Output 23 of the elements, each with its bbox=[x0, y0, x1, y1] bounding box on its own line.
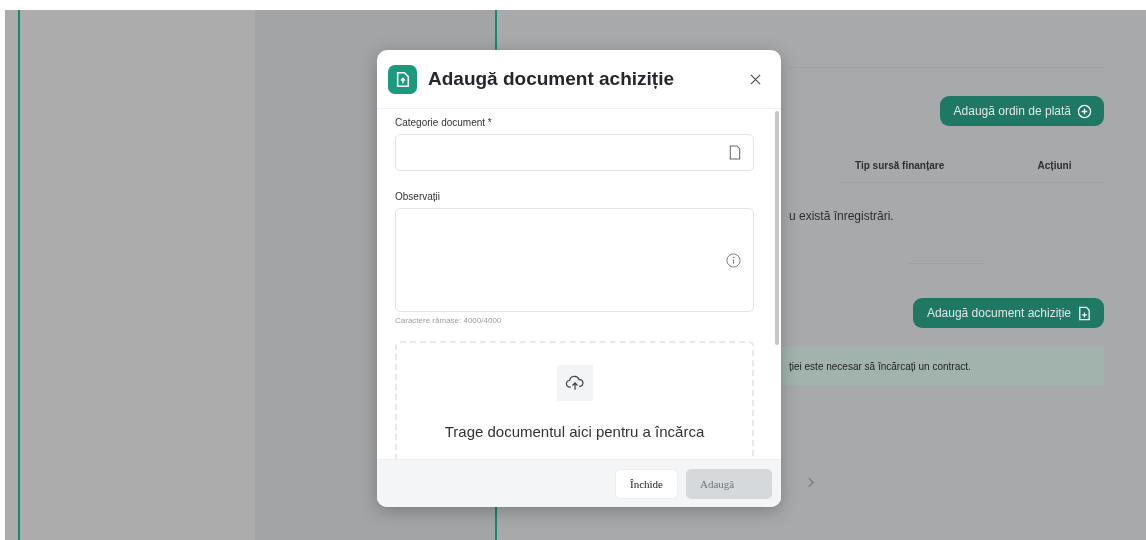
field-label: Observații bbox=[395, 191, 441, 202]
dropzone-text: Trage documentul aici pentru a încărca bbox=[444, 423, 705, 440]
empty-message: u există înregistrări. bbox=[789, 209, 895, 223]
add-document-button[interactable]: Adaugă document achiziție bbox=[912, 298, 1104, 328]
field-label: Categorie document * bbox=[395, 117, 493, 128]
document-icon bbox=[729, 145, 741, 160]
category-select[interactable] bbox=[395, 134, 754, 171]
plus-circle-icon bbox=[1077, 103, 1092, 119]
file-plus-icon bbox=[1077, 305, 1092, 321]
chevron-right-icon[interactable] bbox=[807, 477, 814, 488]
add-payment-order-button[interactable]: Adaugă ordin de plată bbox=[939, 96, 1104, 126]
dialog-button[interactable]: Închide bbox=[615, 468, 678, 499]
dialog-title: Adaugă document achiziție bbox=[428, 68, 675, 90]
character-counter: Caractere rămase: 4000/4000 bbox=[395, 316, 503, 325]
remarks-textarea[interactable] bbox=[395, 208, 754, 312]
cloud-upload-icon bbox=[564, 373, 585, 393]
close-icon[interactable] bbox=[750, 73, 761, 85]
column-header: Acțiuni bbox=[1036, 160, 1073, 171]
file-upload-icon bbox=[388, 64, 417, 94]
column-header: Tip sursă finanțare bbox=[854, 160, 946, 171]
info-icon bbox=[726, 252, 741, 268]
info-alert: ției este necesar să încărcați un contract. bbox=[779, 347, 1104, 385]
scrollbar-thumb[interactable] bbox=[775, 111, 779, 345]
